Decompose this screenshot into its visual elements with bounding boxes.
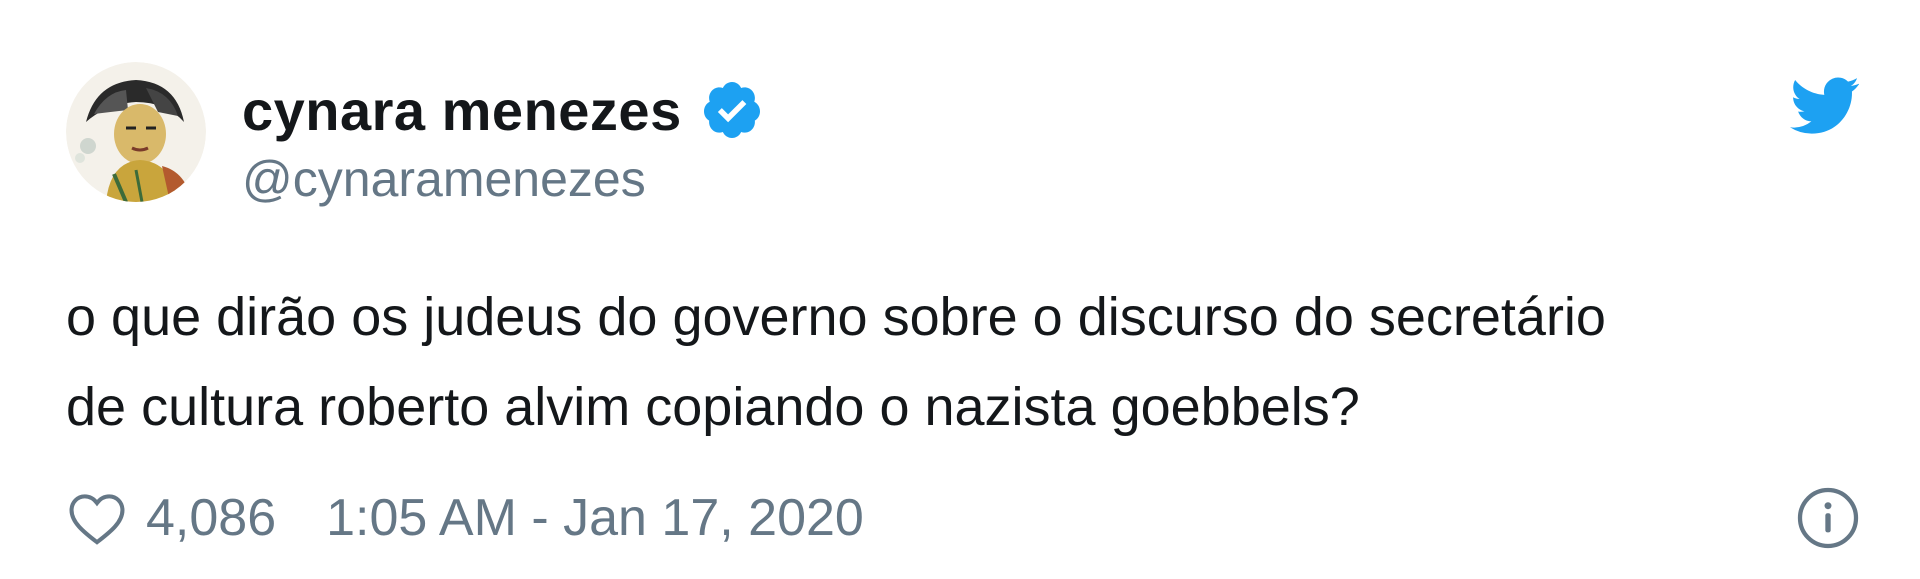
- tweet-text-line: o que dirão os judeus do governo sobre o…: [66, 287, 1606, 347]
- like-count: 4,086: [146, 489, 277, 547]
- display-name[interactable]: cynara menezes: [242, 78, 682, 143]
- display-name-row: cynara menezes: [242, 74, 764, 146]
- tweet-card: cynara menezes @cynaramenezes o que dirã…: [0, 0, 1920, 579]
- tweet-footer: 4,086 1:05 AM - Jan 17, 2020: [66, 478, 864, 558]
- twitter-bird-icon[interactable]: [1790, 76, 1860, 136]
- user-handle[interactable]: @cynaramenezes: [242, 150, 646, 208]
- avatar[interactable]: [66, 62, 206, 202]
- info-icon[interactable]: [1796, 486, 1860, 550]
- tweet-timestamp[interactable]: 1:05 AM - Jan 17, 2020: [326, 488, 864, 548]
- heart-icon[interactable]: [66, 490, 128, 546]
- tweet-text-line: de cultura roberto alvim copiando o nazi…: [66, 377, 1360, 437]
- avatar-illustration: [66, 62, 206, 202]
- verified-badge-icon: [700, 78, 764, 142]
- tweet-text: o que dirão os judeus do governo sobre o…: [66, 272, 1866, 452]
